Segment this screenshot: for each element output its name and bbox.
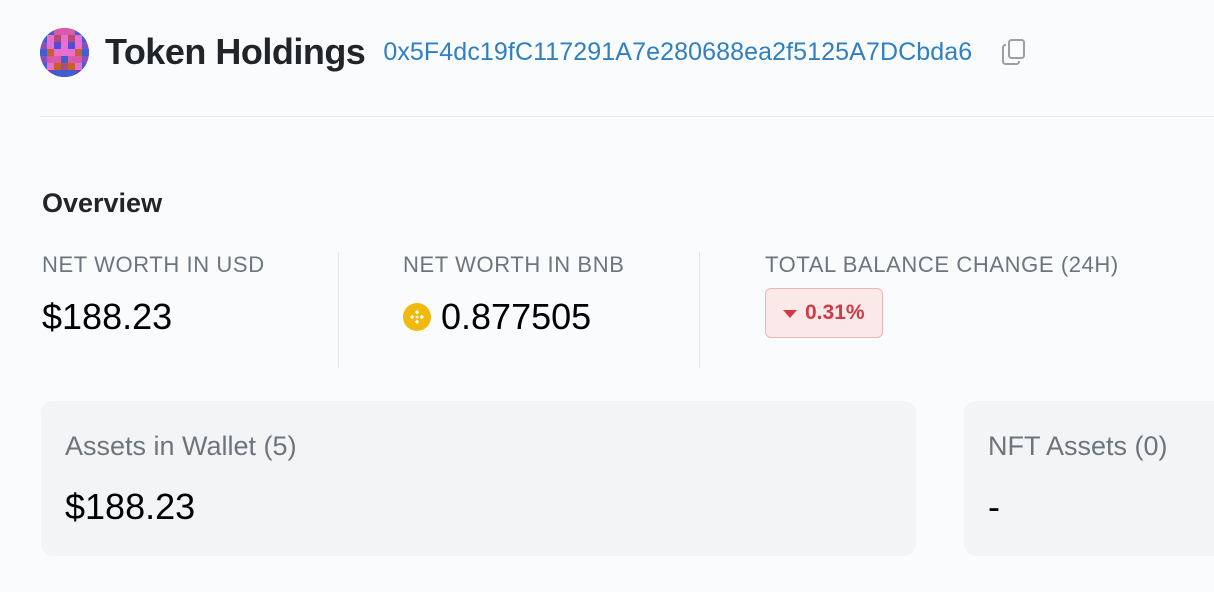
net-worth-usd-label: NET WORTH IN USD (42, 252, 265, 277)
wallet-address-link[interactable]: 0x5F4dc19fC117291A7e280688ea2f5125A7DCbd… (383, 38, 972, 67)
balance-change-badge: 0.31% (765, 288, 883, 338)
net-worth-bnb-label: NET WORTH IN BNB (403, 252, 625, 277)
overview-heading: Overview (42, 188, 163, 218)
nft-assets-value: - (988, 486, 1000, 527)
page-header: Token Holdings 0x5F4dc19fC117291A7e28068… (40, 26, 1030, 78)
net-worth-usd-value: $188.23 (42, 296, 173, 337)
net-worth-usd-stat: NET WORTH IN USD $188.23 (42, 252, 337, 368)
nft-assets-card[interactable]: NFT Assets (0) - (964, 401, 1214, 556)
identicon-avatar (40, 27, 89, 77)
assets-in-wallet-card[interactable]: Assets in Wallet (5) $188.23 (41, 401, 916, 556)
token-holdings-page: Token Holdings 0x5F4dc19fC117291A7e28068… (0, 0, 1214, 592)
nft-assets-title: NFT Assets (0) (988, 431, 1168, 461)
net-worth-bnb-stat: NET WORTH IN BNB 0.877505 (338, 252, 698, 368)
balance-change-value: 0.31% (805, 301, 865, 324)
balance-change-label: TOTAL BALANCE CHANGE (24H) (765, 252, 1119, 277)
assets-in-wallet-value: $188.23 (65, 486, 196, 527)
header-divider (40, 116, 1214, 117)
assets-in-wallet-title: Assets in Wallet (5) (65, 431, 297, 461)
balance-change-stat: TOTAL BALANCE CHANGE (24H) 0.31% (699, 252, 1214, 368)
net-worth-bnb-value: 0.877505 (441, 296, 592, 337)
bnb-coin-icon (403, 303, 431, 331)
caret-down-icon (783, 310, 797, 318)
copy-address-button[interactable] (998, 36, 1030, 68)
copy-icon (1002, 39, 1026, 65)
page-title: Token Holdings (105, 31, 366, 72)
net-worth-bnb-row: 0.877505 (403, 296, 698, 338)
